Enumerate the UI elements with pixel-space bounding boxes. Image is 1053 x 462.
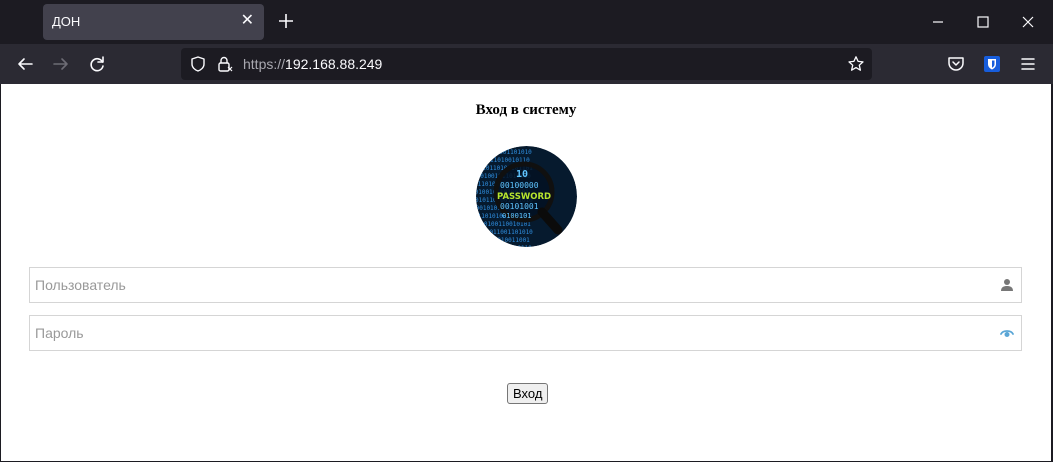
close-tab-icon[interactable]: ✕	[241, 13, 254, 29]
show-password-eye-icon[interactable]	[1000, 326, 1014, 340]
new-tab-plus-icon[interactable]	[276, 11, 296, 31]
username-field[interactable]	[29, 267, 1022, 303]
address-bar[interactable]: https://192.168.88.249	[181, 48, 872, 80]
password-logo-image: 0101001001101010 1001011010010110 001011…	[476, 146, 577, 247]
close-window-icon[interactable]	[1018, 12, 1038, 32]
lock-icon[interactable]	[216, 55, 234, 73]
pocket-icon[interactable]	[946, 54, 966, 74]
url-text[interactable]: https://192.168.88.249	[243, 56, 382, 72]
reload-icon[interactable]	[87, 54, 107, 74]
svg-text:1001101010011001: 1001101010011001	[476, 237, 530, 244]
svg-text:00101001: 00101001	[500, 202, 539, 211]
password-field[interactable]	[29, 315, 1022, 351]
maximize-icon[interactable]	[973, 12, 993, 32]
back-arrow-icon[interactable]	[15, 54, 35, 74]
user-icon	[1001, 279, 1013, 291]
forward-arrow-icon[interactable]	[51, 54, 71, 74]
password-input[interactable]	[30, 316, 995, 350]
tab-title: ДОН	[52, 14, 81, 29]
minimize-icon[interactable]	[928, 12, 948, 32]
menu-hamburger-icon[interactable]	[1018, 54, 1038, 74]
bookmark-star-icon[interactable]	[847, 55, 865, 73]
page-title: Вход в систему	[475, 102, 577, 118]
avatar-password-text: PASSWORD	[497, 192, 551, 202]
svg-text:00100000: 00100000	[500, 181, 539, 190]
page-content: Вход в систему 0101001001101010 10010110…	[1, 84, 1051, 461]
shield-icon[interactable]	[189, 55, 207, 73]
svg-text:10: 10	[516, 169, 528, 180]
tab-active[interactable]: ДОН ✕	[43, 4, 264, 40]
login-button[interactable]: Вход	[507, 383, 549, 404]
svg-text:0101011001101010: 0101011001101010	[476, 229, 533, 236]
navigation-toolbar: https://192.168.88.249	[0, 44, 1053, 84]
username-input[interactable]	[30, 268, 995, 302]
svg-text:0101001001101010: 0101001001101010	[476, 149, 532, 156]
svg-text:0110010101100110: 0110010101100110	[476, 245, 532, 247]
url-protocol: https://	[243, 56, 286, 72]
bitwarden-extension-icon[interactable]	[982, 54, 1002, 74]
svg-text:0100101: 0100101	[502, 212, 532, 220]
tab-strip: ДОН ✕	[0, 0, 1053, 44]
url-host: 192.168.88.249	[285, 56, 383, 72]
